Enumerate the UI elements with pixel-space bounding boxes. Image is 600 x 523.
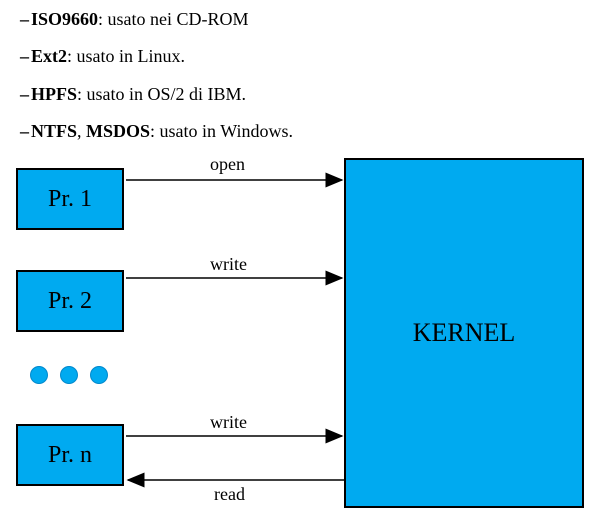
arrow-label-open: open [210, 154, 245, 175]
dash-icon: – [20, 121, 29, 141]
fs-name: HPFS [31, 84, 77, 104]
arrows-svg [10, 148, 590, 518]
arrow-label-read: read [214, 484, 245, 505]
list-item: –Ext2: usato in Linux. [20, 45, 580, 68]
fs-sep: , [77, 121, 86, 141]
fs-desc: : usato in Linux. [67, 46, 185, 66]
dash-icon: – [20, 9, 29, 29]
fs-desc: : usato nei CD-ROM [98, 9, 249, 29]
fs-desc: : usato in OS/2 di IBM. [77, 84, 246, 104]
list-item: –HPFS: usato in OS/2 di IBM. [20, 83, 580, 106]
dash-icon: – [20, 84, 29, 104]
fs-name: NTFS [31, 121, 77, 141]
fs-desc: : usato in Windows. [150, 121, 293, 141]
dash-icon: – [20, 46, 29, 66]
list-item: –NTFS, MSDOS: usato in Windows. [20, 120, 580, 143]
fs-name: Ext2 [31, 46, 67, 66]
list-item: –ISO9660: usato nei CD-ROM [20, 8, 580, 31]
kernel-diagram: Pr. 1 Pr. 2 Pr. n KERNEL [10, 148, 590, 518]
arrow-label-write: write [210, 254, 247, 275]
arrow-label-write: write [210, 412, 247, 433]
fs-name-2: MSDOS [86, 121, 150, 141]
filesystem-list: –ISO9660: usato nei CD-ROM –Ext2: usato … [0, 0, 600, 144]
fs-name: ISO9660 [31, 9, 98, 29]
